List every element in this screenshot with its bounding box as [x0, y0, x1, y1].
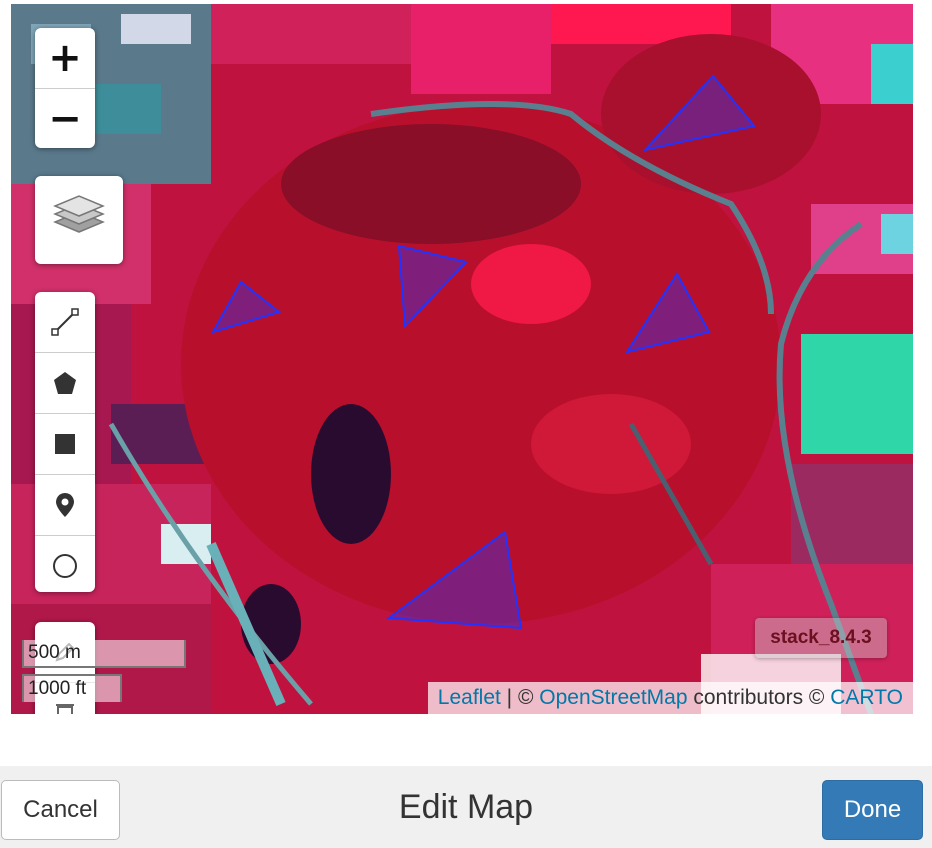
- layer-name-badge: stack_8.4.3: [755, 618, 887, 658]
- carto-link[interactable]: CARTO: [830, 686, 903, 710]
- circle-icon: [53, 554, 77, 578]
- draw-rectangle-button[interactable]: [35, 413, 95, 474]
- scale-imperial: 1000 ft: [22, 674, 122, 702]
- layers-control-button[interactable]: [35, 176, 123, 264]
- drawn-triangle-2[interactable]: [397, 244, 468, 329]
- leaflet-link[interactable]: Leaflet: [438, 686, 501, 710]
- footer-title: Edit Map: [398, 788, 534, 826]
- map-attribution: Leaflet | © OpenStreetMap contributors ©…: [427, 682, 913, 714]
- draw-toolbar: [35, 292, 95, 592]
- openstreetmap-link[interactable]: OpenStreetMap: [539, 686, 687, 710]
- done-button[interactable]: Done: [822, 780, 923, 840]
- drawn-triangle-5[interactable]: [386, 530, 523, 630]
- draw-marker-button[interactable]: [35, 474, 95, 535]
- drawn-triangle-4[interactable]: [624, 272, 711, 354]
- zoom-control: + −: [35, 28, 95, 148]
- zoom-out-button[interactable]: −: [35, 88, 95, 148]
- draw-polyline-button[interactable]: [35, 292, 95, 352]
- zoom-in-button[interactable]: +: [35, 28, 95, 88]
- draw-polygon-button[interactable]: [35, 352, 95, 413]
- polyline-icon: [51, 308, 79, 336]
- draw-circle-button[interactable]: [35, 535, 95, 592]
- modal-footer: Cancel Edit Map Done: [0, 766, 932, 848]
- scale-metric: 500 m: [22, 640, 186, 668]
- attribution-contributors: contributors ©: [687, 686, 831, 709]
- attribution-separator: | ©: [500, 686, 540, 709]
- drawn-triangle-3[interactable]: [210, 280, 282, 334]
- scale-bar: 500 m 1000 ft: [22, 640, 186, 702]
- marker-icon: [56, 493, 74, 517]
- map-canvas[interactable]: + − 500 m 1000 ft stack_8.4.3 Leaflet | …: [11, 4, 913, 714]
- drawn-triangle-1[interactable]: [642, 74, 756, 152]
- drawn-shapes-layer: [210, 74, 756, 630]
- polygon-icon: [54, 372, 76, 394]
- layers-icon: [53, 195, 105, 233]
- rectangle-icon: [55, 434, 75, 454]
